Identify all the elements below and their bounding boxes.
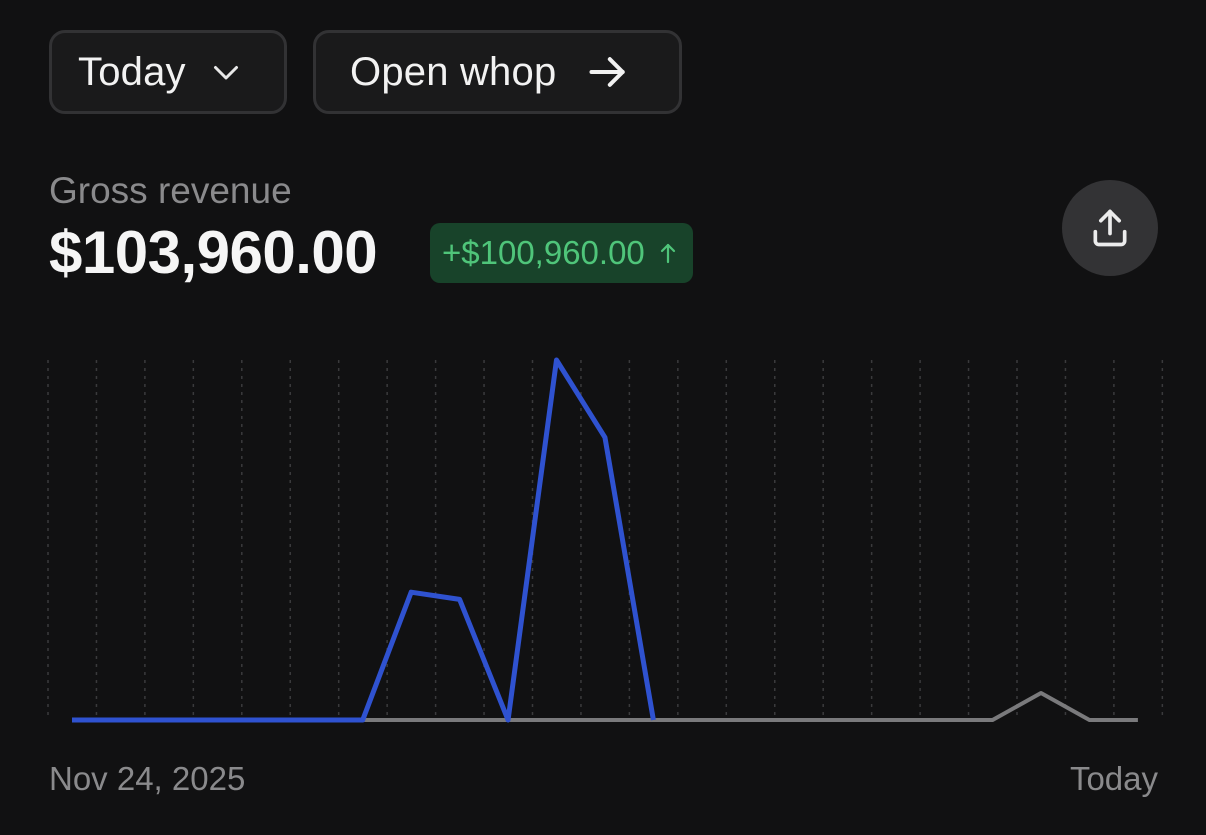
x-axis-end-label: Today <box>1069 760 1158 797</box>
share-button[interactable] <box>1062 180 1158 276</box>
x-axis-start-label: Nov 24, 2025 <box>49 760 246 797</box>
period-dropdown-label: Today <box>78 49 186 94</box>
delta-badge: +$100,960.00 <box>430 223 693 283</box>
open-whop-label: Open whop <box>350 49 557 94</box>
current-series-line <box>72 357 656 723</box>
delta-value: +$100,960.00 <box>442 234 645 271</box>
revenue-chart <box>47 357 1164 723</box>
period-dropdown-button[interactable]: Today <box>49 30 287 114</box>
chevron-down-icon <box>213 66 238 80</box>
share-upload-icon <box>1093 209 1127 247</box>
arrow-up-icon <box>660 243 675 264</box>
comparison-series-line <box>72 691 1138 722</box>
metric-label: Gross revenue <box>49 170 292 211</box>
arrow-right-icon <box>589 57 626 87</box>
open-whop-button[interactable]: Open whop <box>313 30 682 114</box>
metric-value: $103,960.00 <box>49 219 378 286</box>
